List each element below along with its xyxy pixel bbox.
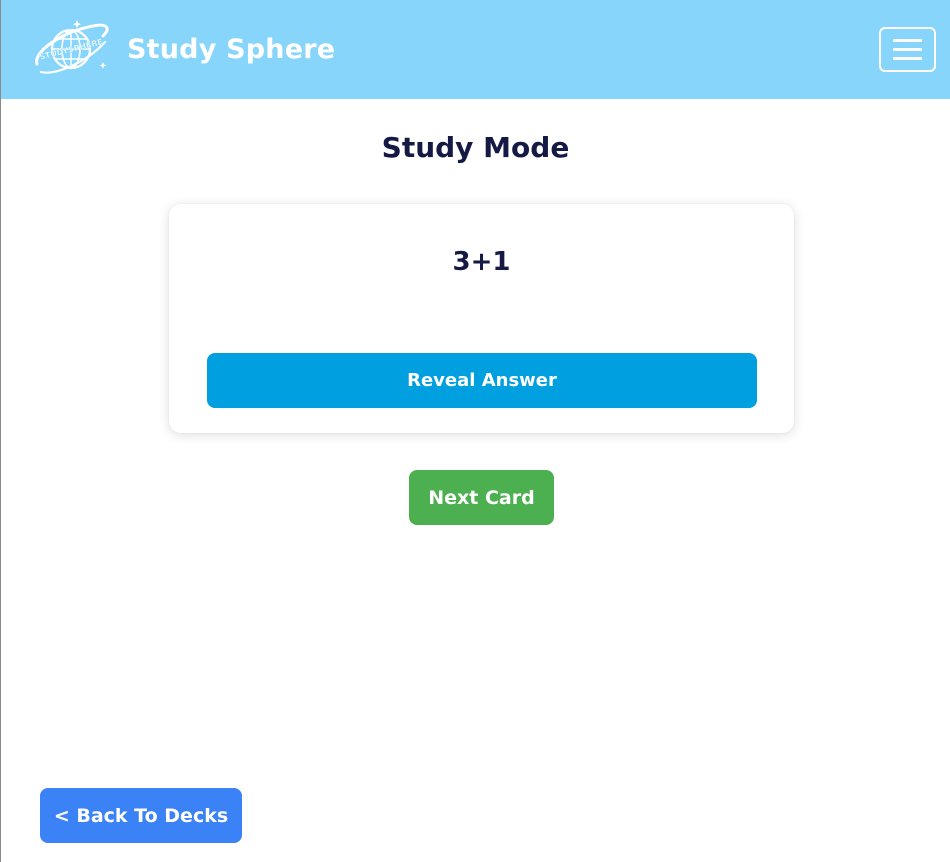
next-card-button[interactable]: Next Card: [409, 470, 554, 525]
flashcard: 3+1 Reveal Answer: [169, 204, 794, 433]
study-sphere-logo-icon[interactable]: STUDYSPHERE: [31, 16, 111, 82]
app-page: STUDYSPHERE Study Sphere Study Mode 3+1 …: [0, 0, 950, 862]
reveal-answer-button[interactable]: Reveal Answer: [207, 353, 757, 408]
navbar: STUDYSPHERE Study Sphere: [1, 0, 950, 99]
flashcard-question: 3+1: [452, 247, 511, 277]
hamburger-menu-button[interactable]: [879, 27, 936, 72]
hamburger-menu-icon-bar-top: [893, 39, 922, 42]
brand-title[interactable]: Study Sphere: [127, 30, 335, 70]
page-title: Study Mode: [381, 131, 570, 164]
hamburger-menu-icon-bar-bottom: [893, 57, 922, 60]
back-to-decks-button[interactable]: < Back To Decks: [40, 788, 242, 843]
hamburger-menu-icon-bar-middle: [893, 48, 922, 51]
